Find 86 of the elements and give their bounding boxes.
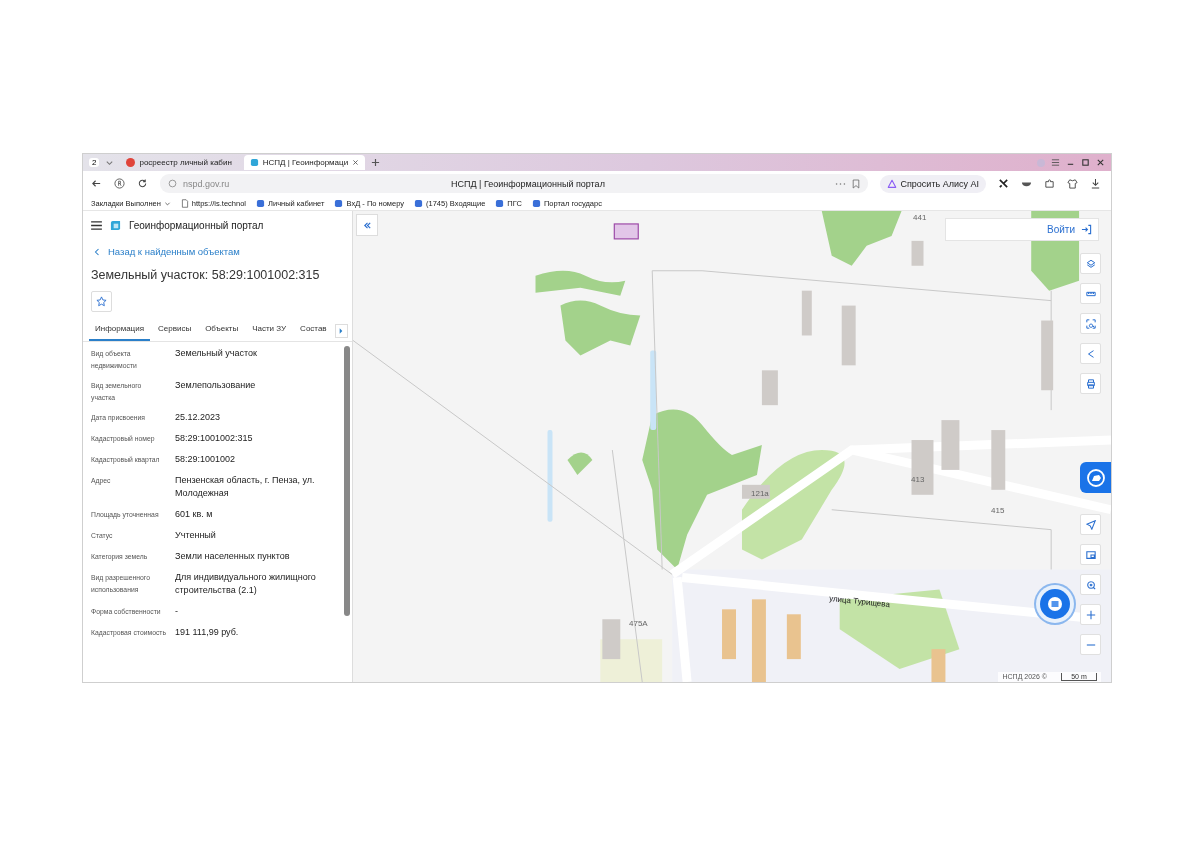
object-heading: Земельный участок: 58:29:1001002:315	[90, 267, 321, 284]
chevron-down-icon[interactable]	[105, 158, 115, 167]
house-number: 475А	[629, 619, 648, 628]
minimap-button[interactable]	[1080, 544, 1101, 565]
field-value: Для индивидуального жилищного строительства (2.1)	[175, 571, 317, 597]
close-icon[interactable]	[352, 159, 360, 166]
field-value: Землепользование	[175, 379, 257, 392]
url-text: nspd.gov.ru	[183, 178, 231, 189]
ruler-button[interactable]	[1080, 283, 1101, 304]
star-icon	[96, 296, 107, 307]
triangle-icon	[887, 178, 898, 189]
field-value: Земли населенных пунктов	[175, 550, 291, 563]
address-bar[interactable]: nspd.gov.ru НСПД | Геоинформационный портал	[160, 174, 869, 193]
minimap-icon	[1085, 549, 1096, 560]
square-icon	[249, 158, 259, 167]
chevron-left-icon	[94, 247, 100, 256]
layers-icon	[1085, 258, 1096, 269]
info-tab[interactable]: Объекты	[199, 321, 245, 341]
house-number: 121а	[751, 489, 769, 498]
locate-button[interactable]	[1080, 574, 1101, 595]
field-value: Пензенская область, г. Пенза, ул. Молодежная	[175, 474, 316, 500]
scroll-right-button[interactable]	[334, 324, 348, 338]
plus-icon[interactable]	[371, 158, 381, 167]
field-value: 191 111,99 руб.	[175, 626, 240, 639]
field-value: 25.12.2023	[175, 411, 222, 424]
share-icon	[1085, 348, 1096, 359]
shirt-icon[interactable]	[1067, 178, 1078, 189]
field-value: Учтенный	[175, 529, 217, 542]
favorite-button[interactable]	[91, 291, 112, 312]
field-value: Земельный участок	[175, 347, 258, 360]
printer-icon	[1085, 378, 1096, 389]
assistant-button[interactable]: Спросить Алису AI	[880, 174, 986, 193]
login-icon	[1081, 224, 1092, 235]
bookmark-icon[interactable]	[852, 178, 861, 189]
house-number: 415	[991, 506, 1005, 515]
chat-icon	[1047, 596, 1063, 612]
letter-circle-icon[interactable]	[114, 178, 125, 189]
browser-tab[interactable]: НСПД | Геоинформаци	[243, 155, 366, 170]
info-tab[interactable]: Части ЗУ	[246, 321, 293, 341]
navigate-button[interactable]	[1080, 514, 1101, 535]
menu-icon[interactable]	[91, 221, 102, 230]
navigation-arrow-icon	[1085, 519, 1096, 530]
login-button[interactable]: Войти	[945, 218, 1099, 241]
plus-button[interactable]	[1080, 604, 1101, 625]
site-icon	[256, 198, 266, 208]
field-value: -	[175, 605, 179, 618]
field-value: 58:29:1001002	[175, 453, 237, 466]
search-icon	[1085, 579, 1096, 590]
app-title: Геоинформационный портал	[129, 220, 264, 231]
site-icon	[414, 198, 424, 208]
caret-right-icon	[339, 328, 344, 334]
reload-icon[interactable]	[137, 178, 148, 189]
field-value: 601 кв. м	[175, 508, 214, 521]
field-value: 58:29:1001002:315	[175, 432, 254, 445]
area-select-icon	[1085, 318, 1096, 329]
tab-count[interactable]: 2	[89, 158, 100, 167]
info-tab[interactable]: Состав	[294, 321, 333, 341]
close-icon[interactable]	[1096, 158, 1105, 167]
circle-icon	[126, 158, 136, 167]
info-tab[interactable]: Сервисы	[152, 321, 198, 341]
browser-tab[interactable]: росреестр личный кабин	[120, 155, 238, 170]
cross-icon[interactable]	[998, 178, 1009, 189]
select-button[interactable]	[1080, 313, 1101, 334]
site-icon	[334, 198, 344, 208]
page-icon	[180, 198, 189, 208]
print-button[interactable]	[1080, 373, 1101, 394]
site-icon	[531, 198, 541, 208]
back-arrow-icon[interactable]	[91, 178, 102, 189]
assistant-tab[interactable]	[1080, 462, 1111, 493]
collapse-button[interactable]	[356, 214, 378, 236]
house-number: 441	[913, 213, 927, 222]
more-icon[interactable]	[835, 181, 847, 186]
site-icon	[495, 198, 505, 208]
assistant-icon	[1085, 467, 1106, 488]
street-label: улица Турищева	[828, 593, 891, 610]
house-number: 413	[911, 475, 925, 484]
minus-button[interactable]	[1080, 634, 1101, 655]
back-link[interactable]: Назад к найденным объектам	[83, 240, 250, 263]
download-icon[interactable]	[1090, 178, 1101, 189]
layers-button[interactable]	[1080, 253, 1101, 274]
plus-icon	[1085, 609, 1096, 620]
page-title: НСПД | Геоинформационный портал	[451, 178, 606, 189]
info-tab[interactable]: Информация	[89, 321, 150, 341]
double-chevron-left-icon	[362, 220, 372, 230]
maximize-icon[interactable]	[1081, 158, 1090, 167]
logo-icon	[110, 220, 121, 231]
